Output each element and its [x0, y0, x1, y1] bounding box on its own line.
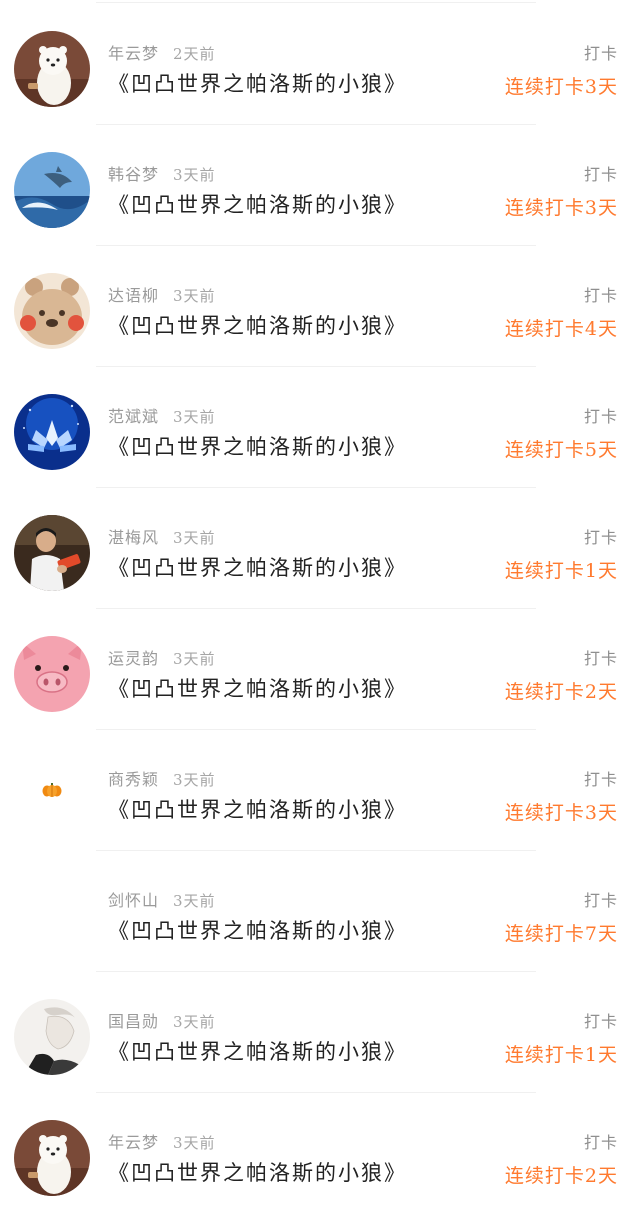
username[interactable]: 范斌斌 — [108, 407, 159, 426]
timestamp: 3天前 — [173, 1013, 216, 1031]
polar-bear-avatar[interactable] — [14, 1120, 90, 1196]
record-type: 打卡 — [583, 649, 618, 668]
book-title[interactable]: 《凹凸世界之帕洛斯的小狼》 — [108, 1036, 407, 1066]
book-title[interactable]: 《凹凸世界之帕洛斯的小狼》 — [108, 673, 407, 703]
polar-bear-avatar[interactable] — [14, 31, 90, 107]
username[interactable]: 达语柳 — [108, 286, 159, 305]
streak-label: 连续打卡4天 — [504, 318, 618, 340]
timestamp: 3天前 — [173, 650, 216, 668]
timestamp: 3天前 — [173, 892, 216, 910]
list-top-divider — [96, 2, 536, 3]
record-meta: 运灵韵 3天前 — [108, 645, 216, 668]
list-item[interactable]: 年云梦 2天前 《凹凸世界之帕洛斯的小狼》 打卡 连续打卡3天 — [0, 4, 640, 125]
streak-label: 连续打卡1天 — [504, 560, 618, 582]
sketch-person-avatar[interactable] — [14, 999, 90, 1075]
record-type: 打卡 — [583, 286, 618, 305]
streak-label: 连续打卡3天 — [504, 802, 618, 824]
list-item[interactable]: 年云梦 3天前 《凹凸世界之帕洛斯的小狼》 打卡 连续打卡2天 — [0, 1093, 640, 1214]
username[interactable]: 年云梦 — [108, 44, 159, 63]
timestamp: 3天前 — [173, 529, 216, 547]
username[interactable]: 运灵韵 — [108, 649, 159, 668]
list-item[interactable]: 达语柳 3天前 《凹凸世界之帕洛斯的小狼》 打卡 连续打卡4天 — [0, 246, 640, 367]
lotus-avatar[interactable] — [14, 394, 90, 470]
username[interactable]: 湛梅风 — [108, 528, 159, 547]
timestamp: 3天前 — [173, 1134, 216, 1152]
book-title[interactable]: 《凹凸世界之帕洛斯的小狼》 — [108, 1157, 407, 1187]
record-type: 打卡 — [583, 770, 618, 789]
timestamp: 3天前 — [173, 771, 216, 789]
book-title[interactable]: 《凹凸世界之帕洛斯的小狼》 — [108, 915, 407, 945]
record-meta: 韩谷梦 3天前 — [108, 161, 216, 184]
username[interactable]: 韩谷梦 — [108, 165, 159, 184]
username[interactable]: 剑怀山 — [108, 891, 159, 910]
blank-avatar[interactable] — [14, 878, 90, 954]
streak-label: 连续打卡7天 — [504, 923, 618, 945]
book-title[interactable]: 《凹凸世界之帕洛斯的小狼》 — [108, 310, 407, 340]
streak-label: 连续打卡3天 — [504, 197, 618, 219]
book-title[interactable]: 《凹凸世界之帕洛斯的小狼》 — [108, 552, 407, 582]
record-type: 打卡 — [583, 528, 618, 547]
username[interactable]: 年云梦 — [108, 1133, 159, 1152]
pumpkin-avatar[interactable] — [14, 757, 90, 833]
list-item[interactable]: 国昌勋 3天前 《凹凸世界之帕洛斯的小狼》 打卡 连续打卡1天 — [0, 972, 640, 1093]
record-type: 打卡 — [583, 44, 618, 63]
record-meta: 剑怀山 3天前 — [108, 887, 216, 910]
timestamp: 2天前 — [173, 45, 216, 63]
dolphin-avatar[interactable] — [14, 152, 90, 228]
photo-person-avatar[interactable] — [14, 515, 90, 591]
list-item[interactable]: 商秀颖 3天前 《凹凸世界之帕洛斯的小狼》 打卡 连续打卡3天 — [0, 730, 640, 851]
list-item[interactable]: 运灵韵 3天前 《凹凸世界之帕洛斯的小狼》 打卡 连续打卡2天 — [0, 609, 640, 730]
book-title[interactable]: 《凹凸世界之帕洛斯的小狼》 — [108, 68, 407, 98]
timestamp: 3天前 — [173, 408, 216, 426]
book-title[interactable]: 《凹凸世界之帕洛斯的小狼》 — [108, 431, 407, 461]
record-meta: 年云梦 3天前 — [108, 1129, 216, 1152]
record-type: 打卡 — [583, 1133, 618, 1152]
streak-label: 连续打卡3天 — [504, 76, 618, 98]
streak-label: 连续打卡1天 — [504, 1044, 618, 1066]
book-title[interactable]: 《凹凸世界之帕洛斯的小狼》 — [108, 794, 407, 824]
username[interactable]: 商秀颖 — [108, 770, 159, 789]
record-meta: 范斌斌 3天前 — [108, 403, 216, 426]
book-title[interactable]: 《凹凸世界之帕洛斯的小狼》 — [108, 189, 407, 219]
list-item[interactable]: 湛梅风 3天前 《凹凸世界之帕洛斯的小狼》 打卡 连续打卡1天 — [0, 488, 640, 609]
pig-avatar[interactable] — [14, 636, 90, 712]
streak-label: 连续打卡2天 — [504, 681, 618, 703]
list-item[interactable]: 剑怀山 3天前 《凹凸世界之帕洛斯的小狼》 打卡 连续打卡7天 — [0, 851, 640, 972]
record-meta: 年云梦 2天前 — [108, 40, 216, 63]
record-meta: 湛梅风 3天前 — [108, 524, 216, 547]
record-meta: 商秀颖 3天前 — [108, 766, 216, 789]
streak-label: 连续打卡2天 — [504, 1165, 618, 1187]
username[interactable]: 国昌勋 — [108, 1012, 159, 1031]
record-meta: 达语柳 3天前 — [108, 282, 216, 305]
cartoon-bear-avatar[interactable] — [14, 273, 90, 349]
record-meta: 国昌勋 3天前 — [108, 1008, 216, 1031]
record-type: 打卡 — [583, 165, 618, 184]
record-type: 打卡 — [583, 891, 618, 910]
timestamp: 3天前 — [173, 166, 216, 184]
list-item[interactable]: 范斌斌 3天前 《凹凸世界之帕洛斯的小狼》 打卡 连续打卡5天 — [0, 367, 640, 488]
list-item[interactable]: 韩谷梦 3天前 《凹凸世界之帕洛斯的小狼》 打卡 连续打卡3天 — [0, 125, 640, 246]
record-type: 打卡 — [583, 1012, 618, 1031]
record-type: 打卡 — [583, 407, 618, 426]
timestamp: 3天前 — [173, 287, 216, 305]
streak-label: 连续打卡5天 — [504, 439, 618, 461]
